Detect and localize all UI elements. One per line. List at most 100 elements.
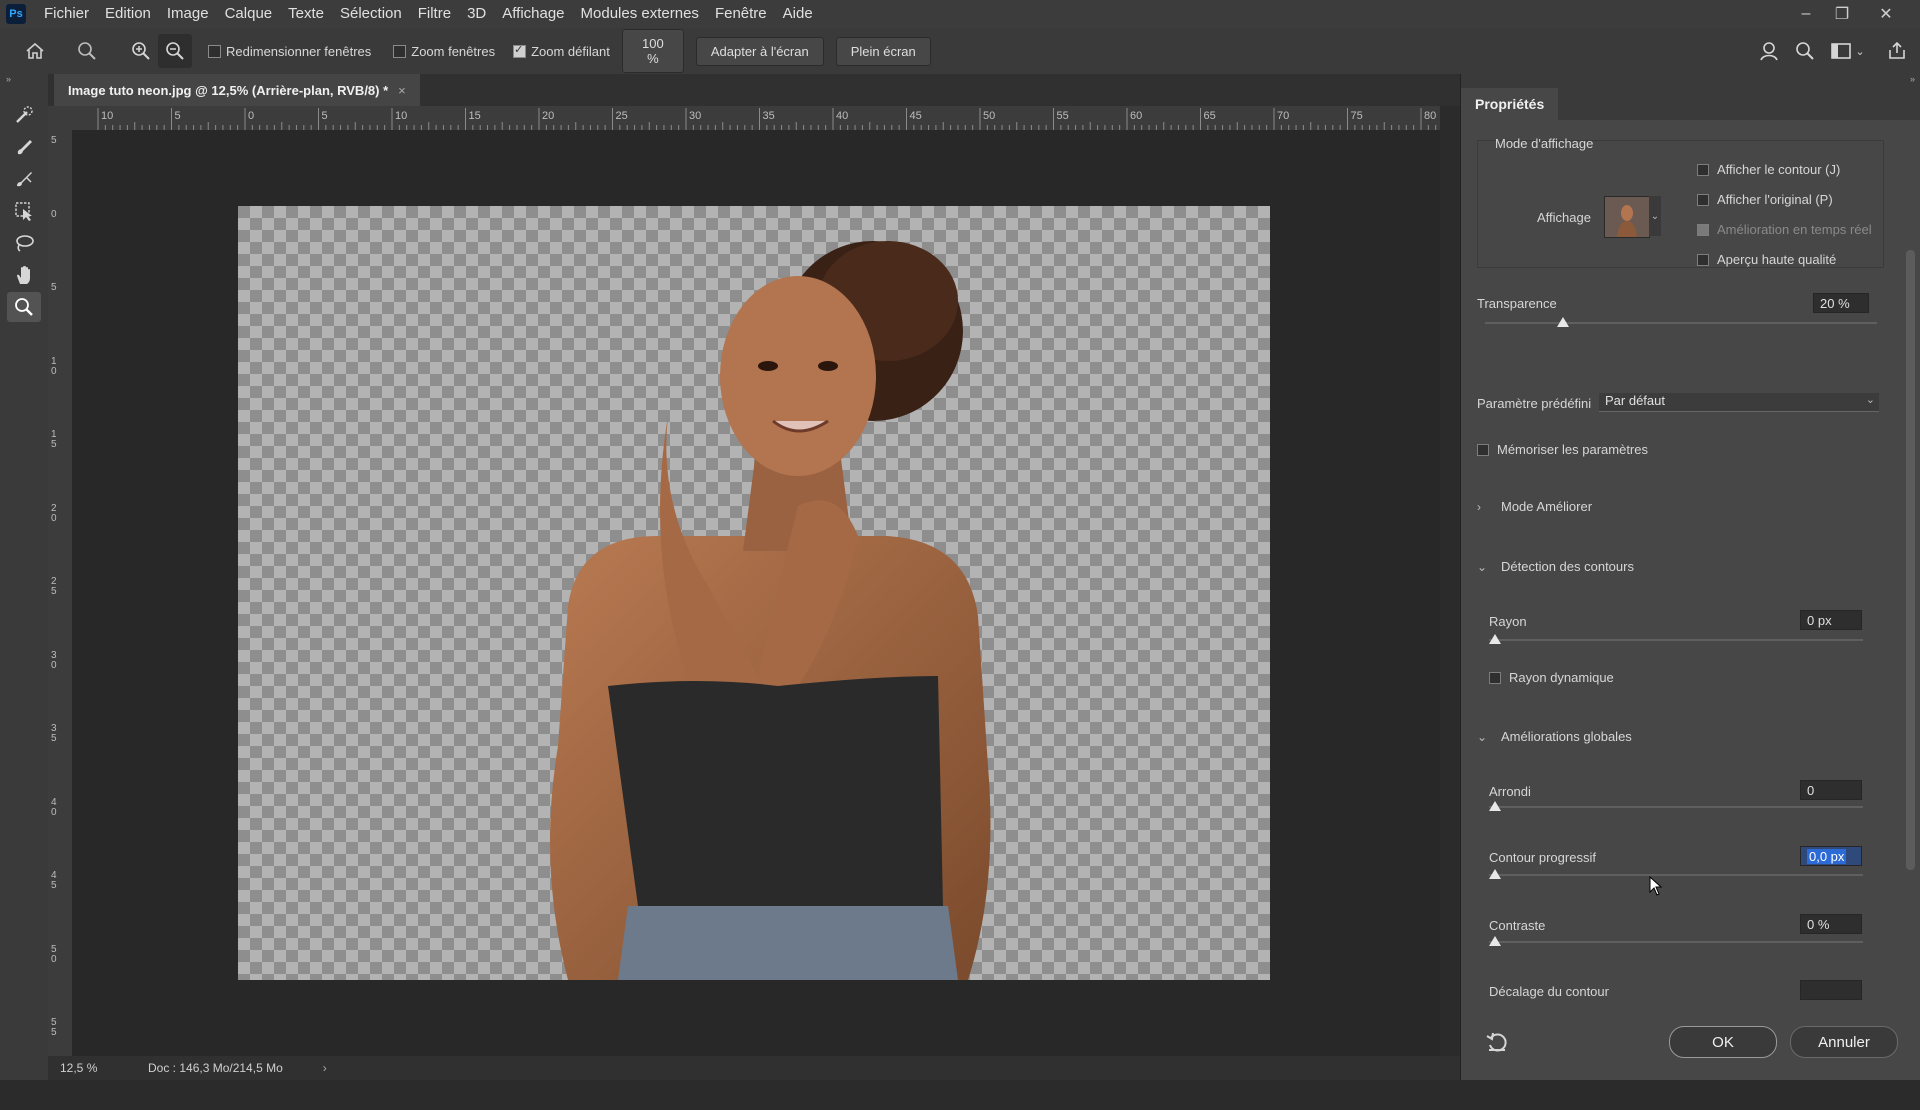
close-tab-icon[interactable]: ×: [398, 83, 406, 98]
share-cloud-icon[interactable]: [1752, 34, 1786, 68]
object-selection-tool-icon[interactable]: [7, 196, 41, 226]
refine-mode-section[interactable]: › Mode Améliorer: [1477, 499, 1592, 514]
zoom-percent-field[interactable]: 100 %: [621, 29, 684, 73]
zoom-tool-preset-icon[interactable]: [70, 34, 104, 68]
menu-selection[interactable]: Sélection: [332, 0, 410, 28]
ruler-tick-label: 15: [468, 110, 481, 122]
export-icon[interactable]: [1880, 34, 1914, 68]
preset-label: Paramètre prédéfini: [1477, 396, 1592, 411]
home-icon[interactable]: [18, 34, 52, 68]
document-image[interactable]: [238, 206, 1270, 980]
menu-calque[interactable]: Calque: [217, 0, 281, 28]
tools-panel: »: [0, 74, 49, 1080]
realtime-refinement-checkbox: Amélioration en temps réel: [1697, 222, 1872, 237]
menu-affichage[interactable]: Affichage: [494, 0, 572, 28]
show-original-checkbox[interactable]: Afficher l'original (P): [1697, 192, 1833, 207]
menu-texte[interactable]: Texte: [280, 0, 332, 28]
menu-modules-externes[interactable]: Modules externes: [573, 0, 707, 28]
feather-field[interactable]: 0,0 px: [1800, 846, 1862, 866]
transparency-field[interactable]: 20 %: [1813, 293, 1869, 313]
close-button[interactable]: ✕: [1868, 0, 1904, 28]
horizontal-ruler[interactable]: 10 5 0 5 10 15 20 25 30 35 40 45 50 55 60 65 70 75 80: [72, 106, 1440, 131]
feather-slider-track[interactable]: [1489, 874, 1863, 876]
ruler-tick-label: 2 0: [51, 502, 57, 524]
full-screen-button[interactable]: Plein écran: [835, 36, 931, 66]
vertical-ruler[interactable]: 5 0 5 1 0 1 5 2 0 2 5 3 0 3 5 4 0 4 5 5 0 5 5: [48, 130, 73, 1056]
workspace-chevron-down-icon[interactable]: ⌄: [1852, 34, 1868, 68]
smooth-field[interactable]: 0: [1800, 780, 1862, 800]
menu-aide[interactable]: Aide: [775, 0, 821, 28]
ruler-tick-label: 50: [983, 110, 996, 122]
search-icon[interactable]: [1788, 34, 1822, 68]
fit-screen-button[interactable]: Adapter à l'écran: [695, 36, 824, 66]
menu-fichier[interactable]: Fichier: [36, 0, 97, 28]
ruler-tick-label: 70: [1277, 110, 1290, 122]
zoom-out-icon[interactable]: [158, 34, 192, 68]
view-thumbnail[interactable]: [1604, 196, 1650, 238]
restore-button[interactable]: ❐: [1824, 0, 1860, 28]
panel-scrollbar[interactable]: [1904, 190, 1915, 1110]
panel-collapse-icon[interactable]: »: [1910, 74, 1915, 84]
global-refinements-section[interactable]: ⌄ Améliorations globales: [1477, 729, 1632, 744]
smooth-slider-track[interactable]: [1489, 806, 1863, 808]
radius-slider-track[interactable]: [1489, 639, 1863, 641]
preset-dropdown[interactable]: Par défaut ⌄: [1599, 393, 1879, 412]
ruler-tick-label: 5 5: [51, 1017, 57, 1038]
menu-filtre[interactable]: Filtre: [410, 0, 459, 28]
ruler-tick-label: 5: [51, 282, 57, 293]
resize-windows-checkbox[interactable]: Redimensionner fenêtres: [208, 44, 371, 59]
scrubby-zoom-checkbox[interactable]: Zoom défilant: [513, 43, 610, 59]
brush-tool-icon[interactable]: [7, 164, 41, 194]
document-tab[interactable]: Image tuto neon.jpg @ 12,5% (Arrière-pla…: [54, 74, 420, 106]
chevron-right-icon: ›: [1477, 499, 1481, 514]
transparency-label: Transparence: [1477, 296, 1557, 311]
feather-slider-thumb[interactable]: [1489, 869, 1501, 879]
edge-detection-section[interactable]: ⌄ Détection des contours: [1477, 559, 1634, 574]
shift-edge-label: Décalage du contour: [1489, 984, 1609, 999]
chevron-down-icon: ⌄: [1477, 559, 1488, 574]
cancel-button[interactable]: Annuler: [1790, 1026, 1898, 1058]
menu-fenetre[interactable]: Fenêtre: [707, 0, 775, 28]
status-arrow-icon[interactable]: ›: [323, 1061, 327, 1075]
reset-icon[interactable]: [1485, 1030, 1509, 1054]
show-edge-checkbox[interactable]: Afficher le contour (J): [1697, 162, 1840, 177]
ruler-tick-label: 75: [1350, 110, 1363, 122]
ruler-tick-label: 5 0: [51, 943, 57, 965]
ruler-tick-label: 10: [395, 110, 408, 122]
radius-slider-thumb[interactable]: [1489, 634, 1501, 644]
status-zoom[interactable]: 12,5 %: [60, 1061, 130, 1075]
lasso-tool-icon[interactable]: [7, 228, 41, 258]
remember-settings-checkbox[interactable]: Mémoriser les paramètres: [1477, 442, 1648, 457]
zoom-in-icon[interactable]: [124, 34, 158, 68]
zoom-windows-checkbox[interactable]: Zoom fenêtres: [393, 44, 495, 59]
minimize-button[interactable]: –: [1788, 0, 1824, 28]
ruler-tick-label: 60: [1130, 110, 1143, 122]
refine-edge-brush-icon[interactable]: [7, 132, 41, 162]
properties-tab[interactable]: Propriétés: [1461, 88, 1559, 120]
panel-scrollbar-thumb[interactable]: [1906, 250, 1915, 870]
shift-edge-field[interactable]: [1800, 980, 1862, 1000]
ok-button[interactable]: OK: [1669, 1026, 1777, 1058]
contrast-field[interactable]: 0 %: [1800, 914, 1862, 934]
smart-radius-checkbox[interactable]: Rayon dynamique: [1489, 670, 1614, 685]
hand-tool-icon[interactable]: [7, 260, 41, 290]
view-dropdown-chevron-icon[interactable]: ⌄: [1649, 196, 1661, 236]
smooth-slider-thumb[interactable]: [1489, 801, 1501, 811]
menu-3d[interactable]: 3D: [459, 0, 494, 28]
collapse-arrows-icon[interactable]: »: [0, 74, 48, 86]
menu-edition[interactable]: Edition: [97, 0, 159, 28]
transparency-slider-track[interactable]: [1485, 322, 1877, 324]
horizontal-ruler-ticks: [97, 108, 1437, 130]
menu-image[interactable]: Image: [159, 0, 217, 28]
feather-label: Contour progressif: [1489, 850, 1596, 865]
ruler-tick-label: 65: [1203, 110, 1216, 122]
ruler-tick-label: 45: [909, 110, 922, 122]
zoom-tool-icon[interactable]: [7, 292, 41, 322]
quick-selection-tool-icon[interactable]: [7, 100, 41, 130]
high-quality-preview-checkbox[interactable]: Aperçu haute qualité: [1697, 252, 1836, 267]
transparency-slider-thumb[interactable]: [1556, 317, 1569, 327]
contrast-slider-track[interactable]: [1489, 941, 1863, 943]
radius-field[interactable]: 0 px: [1800, 610, 1862, 630]
contrast-slider-thumb[interactable]: [1489, 936, 1501, 946]
ruler-tick-label: 2 5: [51, 576, 57, 597]
